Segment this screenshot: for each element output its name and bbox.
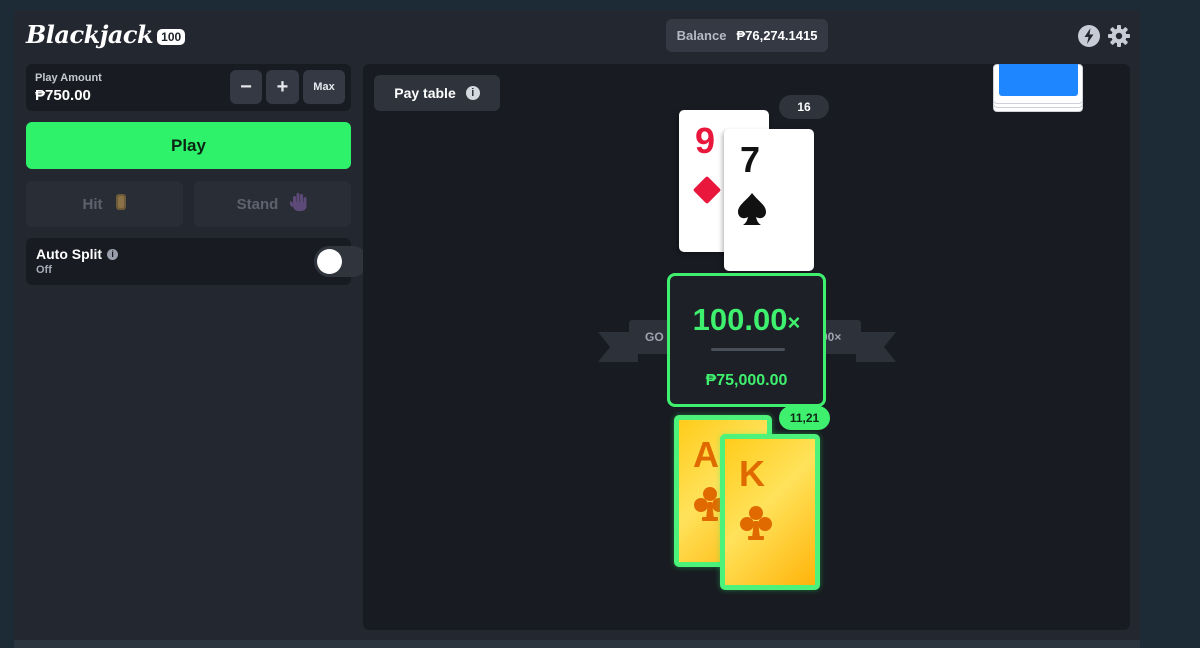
toggle-knob xyxy=(317,249,342,274)
bottom-strip xyxy=(14,640,1140,648)
game-table: Pay table i 16 9 7 GO 00× 100.00× ₱75,00… xyxy=(363,64,1130,630)
player-card-2: K xyxy=(720,434,820,590)
play-amount-value[interactable]: ₱750.00 xyxy=(35,87,91,104)
hit-button[interactable]: Hit xyxy=(26,181,183,227)
pay-table-label: Pay table xyxy=(394,85,456,101)
auto-split-label: Auto Split xyxy=(36,246,103,262)
card-rank: K xyxy=(739,453,765,494)
win-multiplier-box: 100.00× ₱75,000.00 xyxy=(667,273,826,407)
logo-text: Blackjack xyxy=(26,20,154,49)
card-rank: A xyxy=(693,434,719,475)
multiplier-display: 100.00× xyxy=(670,302,823,338)
increase-amount-button[interactable]: + xyxy=(266,70,299,104)
ribbon-left-text: GO xyxy=(645,330,664,344)
spade-suit-icon xyxy=(738,193,766,225)
diamond-suit-icon xyxy=(693,176,721,204)
dealer-score-badge: 16 xyxy=(779,95,829,119)
balance-label: Balance xyxy=(676,28,727,43)
player-score-badge: 11,21 xyxy=(779,406,830,430)
balance-value: ₱76,274.1415 xyxy=(736,28,818,43)
dealer-card-2: 7 xyxy=(724,129,814,271)
decrease-amount-button[interactable]: − xyxy=(230,70,262,104)
hit-label: Hit xyxy=(82,195,103,213)
deck-back xyxy=(999,64,1078,96)
card-deck xyxy=(993,64,1085,112)
play-amount-field[interactable]: Play Amount ₱750.00 − + Max xyxy=(26,64,351,111)
hit-icon xyxy=(115,193,127,215)
logo: Blackjack 100 xyxy=(26,20,186,49)
auto-split-state: Off xyxy=(36,264,52,276)
multiplier-value: 100.00 xyxy=(692,302,788,337)
auto-split-panel: Auto Split i Off xyxy=(26,238,368,285)
info-icon: i xyxy=(465,86,480,100)
balance-display: Balance ₱76,274.1415 xyxy=(666,19,828,52)
max-amount-button[interactable]: Max xyxy=(303,70,345,104)
win-amount: ₱75,000.00 xyxy=(705,372,788,389)
auto-split-info-icon[interactable]: i xyxy=(107,248,119,260)
club-suit-icon xyxy=(740,506,772,540)
multiplier-suffix: × xyxy=(787,310,801,335)
pay-table-button[interactable]: Pay table i xyxy=(374,75,500,111)
divider xyxy=(711,348,785,351)
play-amount-label: Play Amount xyxy=(35,72,102,84)
auto-split-title: Auto Split i xyxy=(36,246,119,262)
stand-hand-icon xyxy=(289,192,308,216)
settings-gear-icon[interactable] xyxy=(1107,24,1131,48)
logo-badge: 100 xyxy=(157,28,186,45)
auto-split-toggle[interactable] xyxy=(314,246,368,277)
turbo-lightning-icon[interactable] xyxy=(1077,24,1101,48)
card-rank: 9 xyxy=(695,120,716,161)
stand-label: Stand xyxy=(236,195,279,213)
play-button[interactable]: Play xyxy=(26,122,351,169)
card-rank: 7 xyxy=(740,139,761,180)
stand-button[interactable]: Stand xyxy=(194,181,351,227)
